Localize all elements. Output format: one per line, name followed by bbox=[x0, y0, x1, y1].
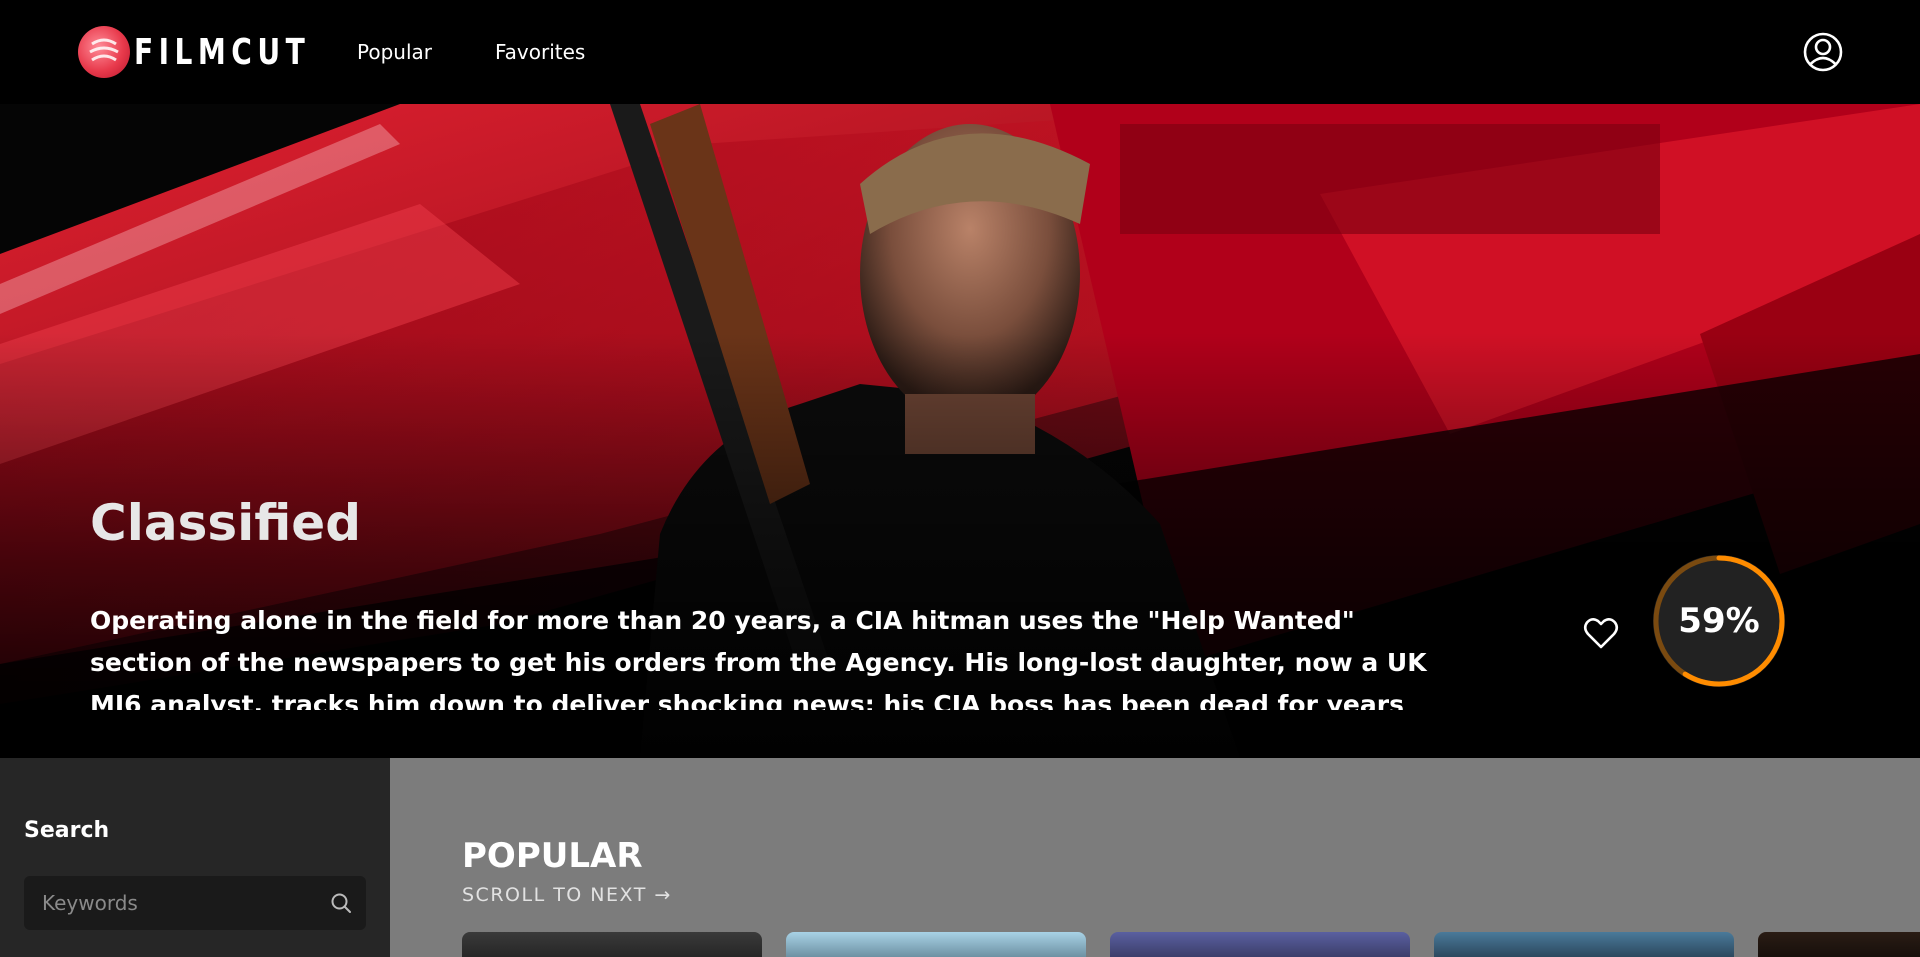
search-box bbox=[24, 876, 366, 930]
main-content: POPULAR SCROLL TO NEXT → bbox=[390, 758, 1920, 957]
movie-card[interactable] bbox=[786, 932, 1086, 957]
logo-text: FILMCUT bbox=[134, 31, 311, 73]
nav-favorites[interactable]: Favorites bbox=[495, 40, 585, 64]
search-input[interactable] bbox=[24, 891, 314, 915]
search-icon[interactable] bbox=[330, 892, 352, 914]
top-navbar: FILMCUT Popular Favorites bbox=[0, 0, 1920, 104]
hero-title: Classified bbox=[90, 494, 361, 552]
movie-card[interactable] bbox=[1434, 932, 1734, 957]
main-nav: Popular Favorites bbox=[357, 40, 585, 64]
rating-percent: 59% bbox=[1678, 601, 1760, 641]
rating-circle: 59% bbox=[1651, 553, 1787, 689]
hero-banner: Classified Operating alone in the field … bbox=[0, 104, 1920, 758]
movie-card[interactable] bbox=[462, 932, 762, 957]
movie-card[interactable] bbox=[1110, 932, 1410, 957]
section-title: POPULAR bbox=[462, 836, 643, 876]
nav-popular[interactable]: Popular bbox=[357, 40, 432, 64]
filmcut-logo[interactable]: FILMCUT bbox=[78, 24, 360, 80]
movie-card[interactable] bbox=[1758, 932, 1920, 957]
scroll-next-link[interactable]: SCROLL TO NEXT → bbox=[462, 884, 672, 906]
favorite-heart-icon[interactable] bbox=[1582, 614, 1620, 652]
user-profile-icon[interactable] bbox=[1802, 31, 1844, 73]
hero-description: Operating alone in the field for more th… bbox=[90, 606, 1427, 710]
sidebar: Search bbox=[0, 758, 390, 957]
logo-icon bbox=[78, 26, 130, 78]
search-heading: Search bbox=[24, 818, 110, 843]
